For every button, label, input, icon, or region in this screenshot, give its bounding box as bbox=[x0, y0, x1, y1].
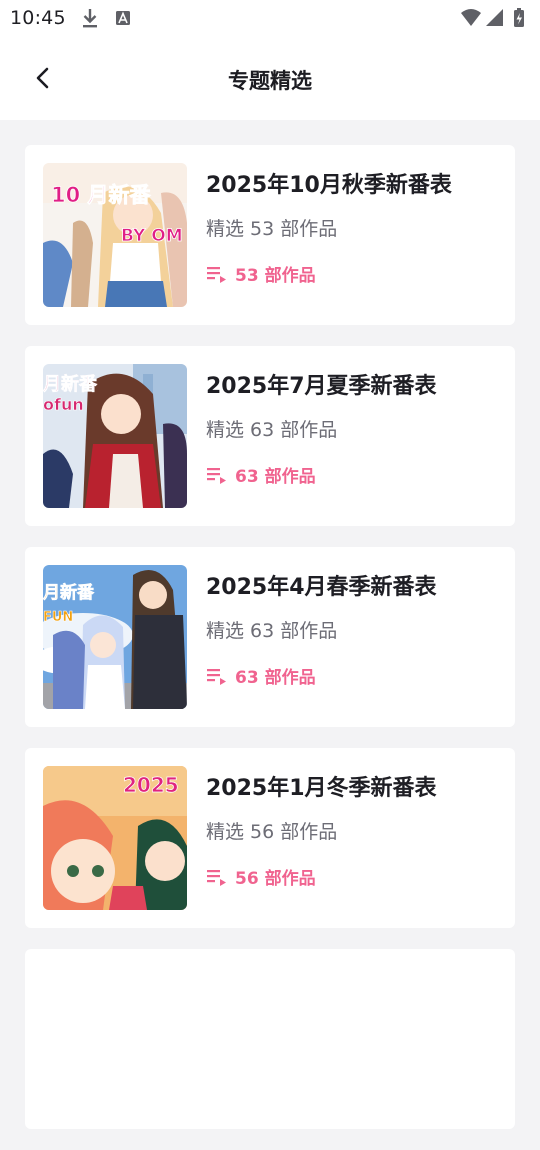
font-icon bbox=[116, 11, 130, 25]
topic-count: 53 部作品 bbox=[206, 261, 316, 286]
cover-text-primary: 10 月新番 bbox=[51, 183, 152, 207]
cover-text-secondary: BY OM bbox=[121, 226, 183, 246]
topic-count: 63 部作品 bbox=[206, 663, 316, 688]
cover-image: 2025 bbox=[43, 766, 187, 910]
cover-text-primary: 月新番 bbox=[43, 582, 95, 603]
wifi-icon bbox=[461, 9, 481, 26]
topic-title: 2025年10月秋季新番表 bbox=[206, 173, 452, 198]
topic-title: 2025年7月夏季新番表 bbox=[206, 374, 437, 399]
cover-text-secondary: FUN bbox=[43, 610, 73, 625]
topic-list: 10 月新番 BY OM 2025年10月秋季新番表 精选 53 部作品 53 … bbox=[25, 145, 515, 1150]
topic-card[interactable]: 月新番 ofun 2025年7月夏季新番表 精选 63 部作品 63 部作品 bbox=[25, 346, 515, 526]
topic-subtitle: 精选 63 部作品 bbox=[206, 419, 338, 441]
page-title: 专题精选 bbox=[228, 69, 312, 93]
cover-text-secondary: ofun bbox=[43, 395, 84, 414]
topic-subtitle: 精选 56 部作品 bbox=[206, 821, 338, 843]
topic-count: 63 部作品 bbox=[206, 462, 316, 487]
topic-count-label: 63 部作品 bbox=[235, 467, 316, 487]
download-icon bbox=[83, 9, 97, 28]
status-right-icons bbox=[460, 7, 532, 33]
playlist-play-icon bbox=[207, 869, 226, 886]
playlist-play-icon bbox=[207, 668, 226, 685]
topic-card[interactable]: 10 月新番 BY OM 2025年10月秋季新番表 精选 53 部作品 53 … bbox=[25, 145, 515, 325]
topic-title: 2025年4月春季新番表 bbox=[206, 575, 437, 600]
status-bar: 10:45 bbox=[0, 0, 540, 38]
header: 专题精选 bbox=[0, 38, 540, 120]
topic-subtitle: 精选 53 部作品 bbox=[206, 218, 338, 240]
topic-card[interactable]: 2025 2025年1月冬季新番表 精选 56 部作品 56 部作品 bbox=[25, 748, 515, 928]
battery-charging-icon bbox=[514, 8, 524, 27]
cover-image: 10 月新番 BY OM bbox=[43, 163, 187, 307]
status-time: 10:45 bbox=[10, 7, 66, 29]
signal-icon bbox=[486, 9, 503, 26]
cover-text-primary: 月新番 bbox=[43, 373, 98, 395]
status-left-icons bbox=[80, 8, 140, 34]
topic-card[interactable]: 月新番 FUN 2025年4月春季新番表 精选 63 部作品 63 部作品 bbox=[25, 547, 515, 727]
cover-image: 月新番 FUN bbox=[43, 565, 187, 709]
topic-title: 2025年1月冬季新番表 bbox=[206, 776, 437, 801]
topic-count-label: 53 部作品 bbox=[235, 266, 316, 286]
topic-count-label: 56 部作品 bbox=[235, 869, 316, 889]
playlist-play-icon bbox=[207, 266, 226, 283]
topic-subtitle: 精选 63 部作品 bbox=[206, 620, 338, 642]
cover-text-primary: 2025 bbox=[123, 773, 179, 797]
topic-count: 56 部作品 bbox=[206, 864, 316, 889]
topic-count-label: 63 部作品 bbox=[235, 668, 316, 688]
topic-card[interactable] bbox=[25, 949, 515, 1129]
cover-image: 月新番 ofun bbox=[43, 364, 187, 508]
playlist-play-icon bbox=[207, 467, 226, 484]
